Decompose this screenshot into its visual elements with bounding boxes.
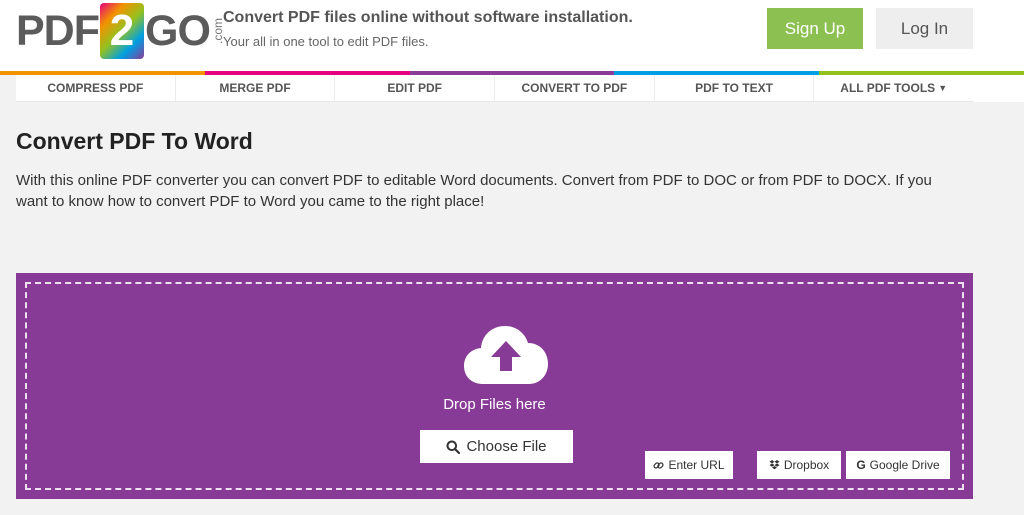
dropbox-icon	[769, 460, 780, 470]
enter-url-label: Enter URL	[668, 458, 725, 472]
google-drive-button[interactable]: G Google Drive	[846, 451, 950, 479]
cloud-upload-icon	[464, 326, 548, 384]
dropbox-label: Dropbox	[783, 458, 830, 472]
nav-item-pdf-to-text[interactable]: PDF TO TEXT	[655, 75, 815, 101]
main-nav: COMPRESS PDF MERGE PDF EDIT PDF CONVERT …	[16, 75, 973, 102]
pdf2go-logo[interactable]: PDF 2 GO .com	[16, 2, 225, 60]
logo-text-go: GO	[145, 6, 211, 55]
choose-file-button[interactable]: Choose File	[420, 430, 573, 463]
choose-file-label: Choose File	[466, 438, 547, 455]
site-header: PDF 2 GO .com Convert PDF files online w…	[0, 0, 1024, 71]
nav-item-label: CONVERT TO PDF	[521, 81, 628, 95]
tagline: Convert PDF files online without softwar…	[223, 9, 633, 49]
tagline-main: Convert PDF files online without softwar…	[223, 9, 633, 26]
logo-text-pdf: PDF	[16, 6, 100, 55]
nav-filler	[973, 75, 1024, 102]
dropzone-dashed-border: Drop Files here Choose File Enter URL Dr…	[25, 282, 964, 490]
search-icon	[446, 440, 461, 454]
nav-item-label: PDF TO TEXT	[695, 81, 773, 95]
page-description: With this online PDF converter you can c…	[16, 172, 932, 210]
tagline-sub: Your all in one tool to edit PDF files.	[223, 34, 429, 49]
nav-item-compress-pdf[interactable]: COMPRESS PDF	[16, 75, 176, 101]
nav-item-label: EDIT PDF	[387, 81, 443, 95]
login-button[interactable]: Log In	[876, 8, 973, 49]
logo-number-two: 2	[100, 3, 144, 59]
drop-files-text: Drop Files here	[443, 396, 546, 413]
nav-item-label: MERGE PDF	[219, 81, 291, 95]
nav-item-all-pdf-tools[interactable]: ALL PDF TOOLS ▼	[814, 75, 973, 101]
google-icon: G	[856, 458, 866, 472]
signup-button[interactable]: Sign Up	[767, 8, 863, 49]
enter-url-button[interactable]: Enter URL	[645, 451, 733, 479]
nav-item-label: ALL PDF TOOLS	[840, 81, 936, 95]
upload-dropzone[interactable]: Drop Files here Choose File Enter URL Dr…	[16, 273, 973, 499]
nav-item-convert-to-pdf[interactable]: CONVERT TO PDF	[495, 75, 655, 101]
google-drive-label: Google Drive	[869, 458, 940, 472]
caret-down-icon: ▼	[938, 83, 948, 94]
link-icon	[653, 460, 665, 471]
nav-item-merge-pdf[interactable]: MERGE PDF	[176, 75, 336, 101]
dropbox-button[interactable]: Dropbox	[757, 451, 841, 479]
nav-item-label: COMPRESS PDF	[47, 81, 144, 95]
nav-item-edit-pdf[interactable]: EDIT PDF	[335, 75, 496, 101]
page-title: Convert PDF To Word	[16, 128, 253, 154]
